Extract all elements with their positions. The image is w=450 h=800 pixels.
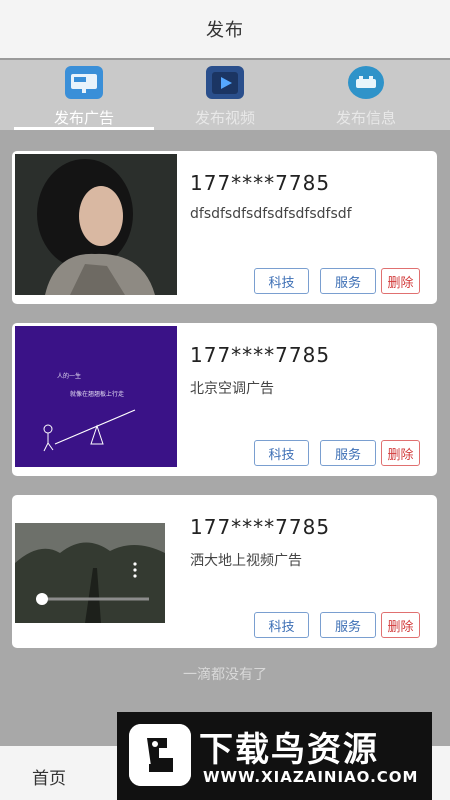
tab-publish-video[interactable]: 发布视频 — [155, 64, 295, 128]
tab-publish-info[interactable]: 发布信息 — [296, 64, 436, 128]
tag-tech-button[interactable]: 科技 — [254, 268, 309, 294]
tag-service-button[interactable]: 服务 — [320, 612, 376, 638]
tab-bar: 发布广告 发布视频 发布信息 — [0, 58, 450, 130]
delete-button[interactable]: 删除 — [381, 612, 420, 638]
tag-service-button[interactable]: 服务 — [320, 268, 376, 294]
tag-service-button[interactable]: 服务 — [320, 440, 376, 466]
thumb-text-line1: 人的一生 — [57, 372, 81, 380]
tab-publish-video-label: 发布视频 — [194, 109, 255, 127]
ad-description: dfsdfsdfsdfsdfsdfsdfsdf — [190, 206, 352, 222]
delete-button[interactable]: 删除 — [381, 440, 420, 466]
nav-home[interactable]: 首页 — [32, 764, 66, 789]
billboard-icon — [65, 66, 103, 99]
ad-thumbnail-photo — [15, 154, 177, 295]
tab-publish-ad-label: 发布广告 — [53, 109, 114, 127]
tag-tech-button[interactable]: 科技 — [254, 440, 309, 466]
ad-phone: 177****7785 — [190, 515, 331, 539]
ad-card[interactable]: 177****7785 dfsdfsdfsdfsdfsdfsdfsdf 科技 服… — [12, 151, 437, 304]
ad-thumbnail-illustration: 人的一生 就像在翘翘板上行走 — [15, 326, 177, 467]
end-of-list-text: 一滴都没有了 — [183, 667, 267, 683]
info-icon — [348, 66, 384, 99]
ad-card[interactable]: 人的一生 就像在翘翘板上行走 177****7785 北京空调广告 科技 服务 … — [12, 323, 437, 476]
active-tab-indicator — [14, 127, 154, 130]
ad-phone: 177****7785 — [190, 171, 331, 195]
watermark-title: 下载鸟资源 — [199, 730, 379, 770]
video-play-icon — [206, 66, 244, 99]
ad-card[interactable]: 177****7785 洒大地上视频广告 科技 服务 删除 — [12, 495, 437, 648]
tab-publish-ad[interactable]: 发布广告 — [14, 64, 154, 128]
watermark-banner: 下载鸟资源 WWW.XIAZAINIAO.COM — [117, 712, 432, 800]
tab-publish-info-label: 发布信息 — [335, 109, 396, 127]
ad-thumbnail-video[interactable] — [15, 523, 165, 623]
top-header: 发布 — [0, 0, 450, 58]
bird-logo-icon — [129, 724, 191, 786]
page-title: 发布 — [206, 20, 244, 41]
thumb-text-line2: 就像在翘翘板上行走 — [70, 390, 124, 398]
ad-description: 北京空调广告 — [190, 381, 274, 397]
tag-tech-button[interactable]: 科技 — [254, 612, 309, 638]
watermark-url: WWW.XIAZAINIAO.COM — [203, 768, 419, 786]
ad-description: 洒大地上视频广告 — [190, 553, 302, 569]
delete-button[interactable]: 删除 — [381, 268, 420, 294]
ad-phone: 177****7785 — [190, 343, 331, 367]
